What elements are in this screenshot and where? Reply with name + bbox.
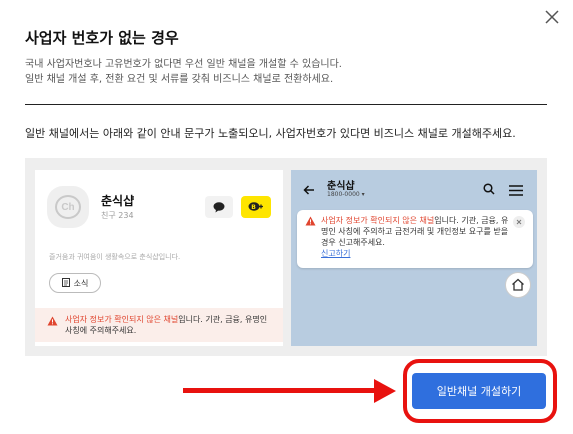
news-button[interactable]: 소식 — [49, 273, 101, 293]
notice-text: 일반 채널에서는 아래와 같이 안내 문구가 노출되오니, 사업자번호가 있다면… — [25, 127, 516, 140]
annotation-arrow-head — [374, 379, 396, 403]
chatroom-warning: 사업자 정보가 확인되지 않은 채널입니다. 기관, 금융, 유명인 사칭에 주… — [297, 210, 533, 268]
dialog-description: 국내 사업자번호나 고유번호가 없다면 우선 일반 채널을 개설할 수 있습니다… — [25, 57, 545, 87]
chat-bubble-icon — [213, 198, 225, 217]
document-icon — [61, 277, 70, 289]
chatroom-channel-name: 춘식샵 — [327, 181, 355, 192]
warning-icon — [47, 316, 58, 329]
search-icon[interactable] — [483, 180, 495, 199]
warning-banner: 사업자 정보가 확인되지 않은 채널입니다. 기관, 금융, 유명인 사칭에 주… — [35, 308, 283, 342]
close-icon[interactable] — [543, 8, 561, 26]
channel-home-preview: Ch 춘식샵 친구 234 B 즐거움과 귀여움이 생활속으로 춘식샵입니다. … — [35, 170, 283, 346]
home-button[interactable] — [505, 272, 531, 298]
open-general-channel-button[interactable]: 일반채널 개설하기 — [412, 373, 546, 409]
annotation-arrow-line — [183, 388, 376, 393]
add-friend-icon: B — [248, 198, 264, 217]
svg-text:B: B — [251, 204, 256, 211]
warning-icon — [305, 216, 316, 229]
description-line-2: 일반 채널 개설 후, 전환 요건 및 서류를 갖춰 비즈니스 채널로 전환하세… — [25, 74, 334, 85]
preview-area: Ch 춘식샵 친구 234 B 즐거움과 귀여움이 생활속으로 춘식샵입니다. … — [25, 158, 547, 356]
divider — [25, 104, 547, 105]
chatroom-phone: 1800-0000 ▾ — [327, 191, 365, 198]
menu-icon[interactable] — [509, 181, 523, 200]
chat-button[interactable] — [205, 196, 233, 218]
channel-avatar: Ch — [47, 186, 89, 228]
channel-intro: 즐거움과 귀여움이 생활속으로 춘식샵입니다. — [49, 253, 181, 261]
warning-highlight: 사업자 정보가 확인되지 않은 채널 — [65, 315, 179, 324]
report-link[interactable]: 신고하기 — [321, 249, 350, 258]
channel-dialog: 사업자 번호가 없는 경우 국내 사업자번호나 고유번호가 없다면 우선 일반 … — [0, 0, 573, 434]
chatroom-preview: 춘식샵 1800-0000 ▾ 사업자 정보가 확인되지 않은 채널입니다. 기… — [291, 170, 537, 346]
add-friend-button[interactable]: B — [241, 196, 271, 218]
close-icon[interactable] — [513, 216, 525, 228]
friend-count: 친구 234 — [101, 211, 134, 220]
news-label: 소식 — [73, 278, 89, 288]
avatar-logo: Ch — [55, 195, 81, 219]
description-line-1: 국내 사업자번호나 고유번호가 없다면 우선 일반 채널을 개설할 수 있습니다… — [25, 59, 342, 70]
back-arrow-icon[interactable] — [303, 180, 315, 199]
home-icon — [511, 276, 525, 295]
dialog-title: 사업자 번호가 없는 경우 — [25, 29, 179, 47]
warning-highlight: 사업자 정보가 확인되지 않은 채널 — [321, 216, 435, 225]
channel-name: 춘식샵 — [101, 194, 135, 208]
